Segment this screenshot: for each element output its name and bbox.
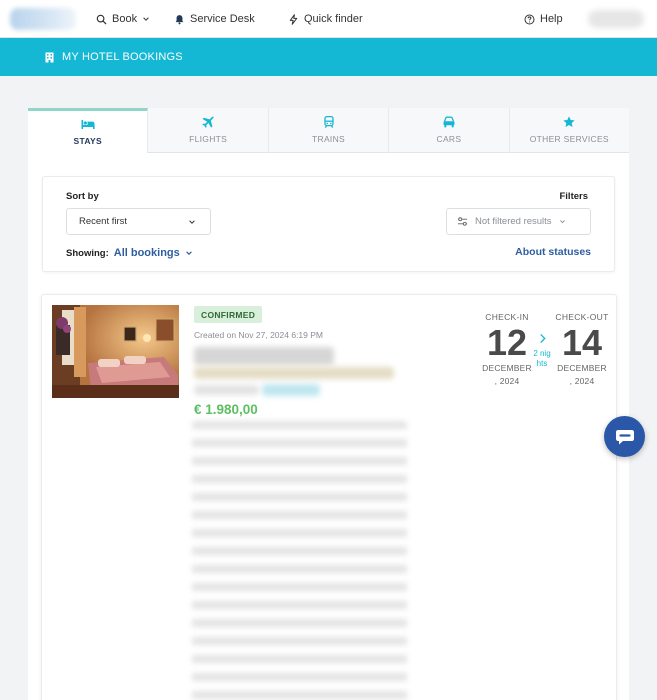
- check-in-month: DECEMBER: [482, 363, 532, 373]
- nights-count: 2 nights: [533, 349, 551, 368]
- help-link[interactable]: Help: [524, 0, 563, 38]
- tab-flights[interactable]: FLIGHTS: [148, 108, 269, 153]
- book-menu[interactable]: Book: [96, 0, 150, 38]
- filter-dropdown[interactable]: Not filtered results: [446, 208, 591, 235]
- train-icon: [323, 116, 334, 128]
- bed-icon: [81, 120, 95, 129]
- page-banner: MY HOTEL BOOKINGS: [0, 38, 657, 76]
- service-desk-label: Service Desk: [190, 13, 255, 25]
- showing-label: Showing:: [66, 247, 109, 259]
- showing-selector[interactable]: Showing: All bookings: [66, 247, 193, 259]
- hotel-building-icon: [45, 52, 54, 62]
- book-label: Book: [112, 13, 138, 25]
- check-out-month: DECEMBER: [557, 363, 607, 373]
- check-in-year: , 2024: [494, 376, 520, 386]
- about-statuses-link[interactable]: About statuses: [515, 246, 591, 258]
- showing-value: All bookings: [113, 247, 180, 259]
- sort-dropdown[interactable]: Recent first: [66, 208, 211, 235]
- quick-finder-link[interactable]: Quick finder: [288, 0, 363, 38]
- car-icon: [443, 116, 455, 128]
- tab-cars-label: CARS: [436, 134, 462, 144]
- check-out-block: CHECK-OUT 14 DECEMBER , 2024: [553, 311, 611, 388]
- chevron-down-icon: [559, 220, 565, 224]
- page-title: MY HOTEL BOOKINGS: [62, 51, 183, 63]
- star-icon: [563, 116, 575, 127]
- tab-other-services[interactable]: OTHER SERVICES: [509, 108, 630, 153]
- chevron-down-icon: [189, 219, 195, 224]
- help-label: Help: [540, 13, 563, 25]
- tab-trains[interactable]: TRAINS: [268, 108, 390, 153]
- tab-trains-label: TRAINS: [312, 134, 345, 144]
- chevron-right-icon: [539, 334, 546, 343]
- service-desk-link[interactable]: Service Desk: [174, 0, 255, 38]
- top-navigation: Book Service Desk Quick finder Help: [0, 0, 657, 38]
- quick-finder-label: Quick finder: [304, 13, 363, 25]
- bell-icon: [175, 14, 184, 24]
- check-out-year: , 2024: [569, 376, 595, 386]
- company-logo[interactable]: [10, 8, 76, 30]
- booking-details-redacted: [192, 421, 407, 700]
- help-icon: [524, 14, 535, 24]
- chevron-down-icon: [185, 251, 192, 256]
- hotel-room-image: [52, 305, 179, 398]
- user-menu[interactable]: [588, 10, 644, 28]
- check-in-block: CHECK-IN 12 DECEMBER , 2024: [479, 311, 535, 388]
- sliders-icon: [457, 217, 468, 226]
- tab-flights-label: FLIGHTS: [189, 134, 228, 144]
- filters-label: Filters: [559, 191, 588, 202]
- hotel-tag-redacted: [262, 384, 320, 396]
- booking-price: € 1.980,00: [194, 402, 258, 417]
- hotel-address-redacted: [194, 385, 259, 395]
- chevron-down-icon: [143, 17, 149, 21]
- plane-icon: [202, 116, 215, 128]
- sort-value: Recent first: [79, 216, 128, 227]
- lightning-icon: [289, 13, 298, 25]
- tab-cars[interactable]: CARS: [389, 108, 510, 153]
- sort-by-label: Sort by: [66, 191, 99, 202]
- search-icon: [96, 14, 107, 25]
- hotel-room-photo: [52, 305, 179, 398]
- hotel-rating-redacted: [194, 367, 394, 379]
- check-in-day: 12: [486, 322, 528, 363]
- tab-stays[interactable]: STAYS: [28, 108, 149, 153]
- created-date: Created on Nov 27, 2024 6:19 PM: [194, 330, 323, 340]
- tab-other-services-label: OTHER SERVICES: [529, 134, 609, 144]
- status-badge: CONFIRMED: [194, 306, 263, 323]
- hotel-name-redacted: [194, 347, 334, 365]
- booking-card[interactable]: CONFIRMED Created on Nov 27, 2024 6:19 P…: [41, 294, 617, 700]
- check-out-day: 14: [561, 322, 603, 363]
- booking-type-tabs: STAYS FLIGHTS TRAINS CARS OTHER SERVICES: [28, 108, 630, 153]
- filter-panel: Sort by Filters Recent first Not filtere…: [42, 176, 615, 272]
- chat-bubble-icon: [615, 429, 634, 444]
- chat-button[interactable]: [604, 416, 645, 457]
- filter-value: Not filtered results: [475, 216, 552, 227]
- nights-indicator: 2 nights: [533, 331, 551, 369]
- tab-stays-label: STAYS: [73, 136, 102, 146]
